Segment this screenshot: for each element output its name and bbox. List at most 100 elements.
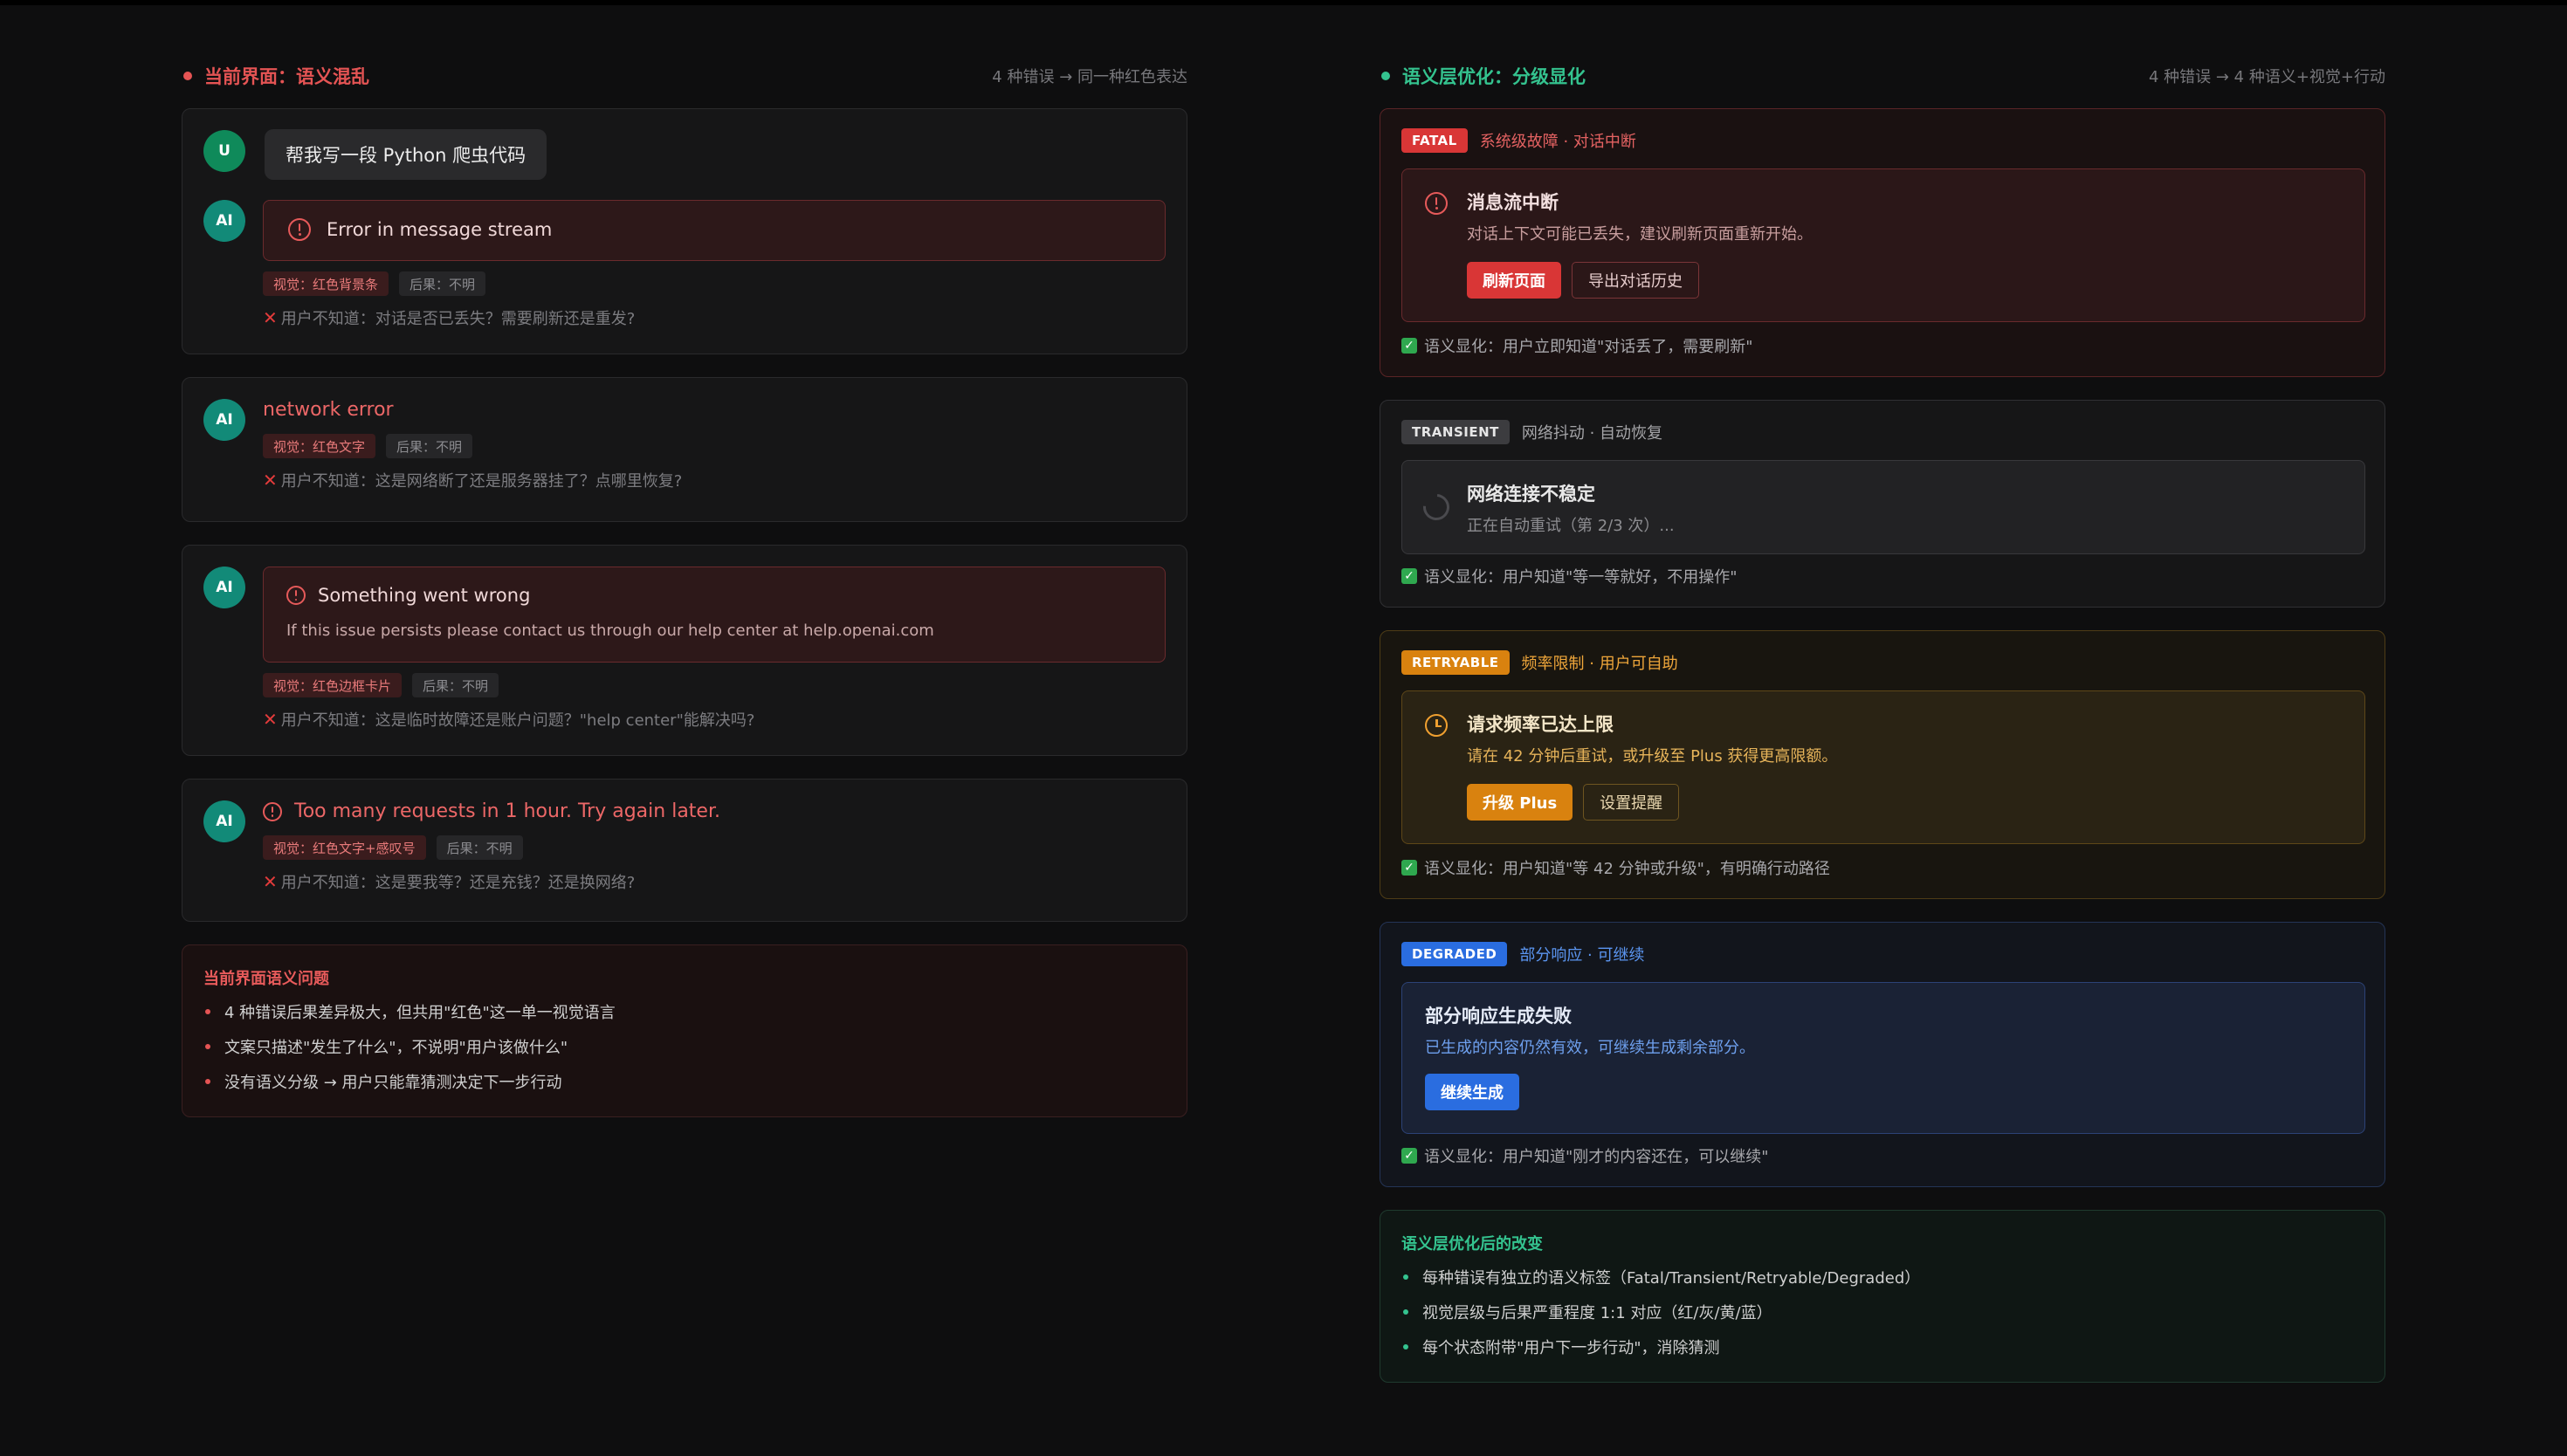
fatal-tag-desc: 系统级故障 · 对话中断	[1479, 133, 1636, 151]
optimization-summary: 语义层优化后的改变 每种错误有独立的语义标签（Fatal/Transient/R…	[1380, 1210, 2385, 1383]
chip-group: 视觉：红色文字 后果：不明	[263, 434, 473, 458]
left-column-subtitle: 4 种错误 → 同一种红色表达	[992, 68, 1187, 86]
error-title: Something went wrong	[318, 585, 531, 606]
transient-title: 网络连接不稳定	[1467, 484, 1595, 505]
visual-chip: 视觉：红色文字	[263, 434, 376, 458]
outcome-chip: 后果：不明	[399, 271, 486, 296]
retryable-title: 请求频率已达上限	[1467, 714, 1614, 735]
optimized-ui-column: 语义层优化：分级显化 4 种错误 → 4 种语义+视觉+行动 FATAL 系统级…	[1380, 61, 2385, 1383]
note-text: 语义显化：用户知道"等一等就好，不用操作"	[1424, 568, 1738, 587]
outcome-chip: 后果：不明	[386, 434, 473, 458]
ai-avatar: AI	[203, 200, 245, 242]
fatal-tag: FATAL	[1401, 128, 1468, 153]
degraded-title: 部分响应生成失败	[1425, 1006, 1572, 1027]
continue-generating-button[interactable]: 继续生成	[1425, 1074, 1519, 1110]
summary-item: 每个状态附带"用户下一步行动"，消除猜测	[1401, 1329, 1920, 1364]
error-detail: If this issue persists please contact us…	[286, 622, 934, 640]
error-case-card-1: U 帮我写一段 Python 爬虫代码 AI Error in message …	[182, 108, 1187, 354]
fatal-error-panel: 消息流中断 对话上下文可能已丢失，建议刷新页面重新开始。 刷新页面 导出对话历史	[1401, 168, 2365, 322]
error-case-card-3: AI Something went wrong If this issue pe…	[182, 545, 1187, 756]
visual-chip: 视觉：红色背景条	[263, 271, 389, 296]
visual-chip: 视觉：红色文字+感叹号	[263, 835, 426, 860]
error-circle-icon	[1425, 192, 1448, 215]
note-text: 语义显化：用户立即知道"对话丢了，需要刷新"	[1424, 338, 1753, 356]
degraded-desc: 已生成的内容仍然有效，可继续生成剩余部分。	[1425, 1039, 1755, 1057]
retryable-desc: 请在 42 分钟后重试，或升级至 Plus 获得更高限额。	[1467, 747, 1838, 766]
error-case-card-4: AI Too many requests in 1 hour. Try agai…	[182, 779, 1187, 922]
check-icon: ✓	[1401, 338, 1417, 354]
user-message-row: U 帮我写一段 Python 爬虫代码	[203, 129, 547, 180]
note-text: 用户不知道：这是要我等？还是充钱？还是换网络?	[280, 874, 636, 892]
chip-group: 视觉：红色背景条 后果：不明	[263, 271, 486, 296]
note-text: 语义显化：用户知道"刚才的内容还在，可以继续"	[1424, 1148, 1769, 1166]
fatal-state-card: FATAL 系统级故障 · 对话中断 消息流中断 对话上下文可能已丢失，建议刷新…	[1380, 108, 2385, 377]
error-message: Too many requests in 1 hour. Try again l…	[294, 800, 720, 822]
transient-desc: 正在自动重试（第 2/3 次）...	[1467, 517, 1675, 535]
fatal-semantic-note: ✓ 语义显化：用户立即知道"对话丢了，需要刷新"	[1401, 334, 1753, 357]
chip-group: 视觉：红色文字+感叹号 后果：不明	[263, 835, 523, 860]
bullet-icon	[1403, 1274, 1408, 1280]
check-icon: ✓	[1401, 1148, 1417, 1164]
degraded-semantic-note: ✓ 语义显化：用户知道"刚才的内容还在，可以继续"	[1401, 1144, 1769, 1167]
cross-icon: ✕	[263, 709, 278, 730]
retryable-state-card: RETRYABLE 频率限制 · 用户可自助 请求频率已达上限 请在 42 分钟…	[1380, 630, 2385, 899]
transient-state-card: TRANSIENT 网络抖动 · 自动恢复 网络连接不稳定 正在自动重试（第 2…	[1380, 400, 2385, 608]
green-dot-icon	[1381, 72, 1390, 80]
bullet-icon	[205, 1044, 210, 1049]
note-text: 用户不知道：这是网络断了还是服务器挂了？点哪里恢复?	[280, 472, 683, 491]
bullet-icon	[1403, 1309, 1408, 1315]
check-icon: ✓	[1401, 568, 1417, 584]
summary-item-text: 4 种错误后果差异极大，但共用"红色"这一单一视觉语言	[224, 1004, 616, 1022]
window-top-bar	[0, 0, 2567, 5]
fatal-desc: 对话上下文可能已丢失，建议刷新页面重新开始。	[1467, 225, 1813, 244]
cross-icon: ✕	[263, 307, 278, 328]
export-history-button[interactable]: 导出对话历史	[1572, 262, 1699, 299]
degraded-panel: 部分响应生成失败 已生成的内容仍然有效，可继续生成剩余部分。 继续生成	[1401, 982, 2365, 1134]
chip-group: 视觉：红色边框卡片 后果：不明	[263, 673, 499, 697]
retryable-semantic-note: ✓ 语义显化：用户知道"等 42 分钟或升级"，有明确行动路径	[1401, 856, 1830, 879]
summary-item-text: 没有语义分级 → 用户只能靠猜测决定下一步行动	[224, 1074, 562, 1092]
summary-title: 当前界面语义问题	[203, 970, 329, 988]
retryable-panel: 请求频率已达上限 请在 42 分钟后重试，或升级至 Plus 获得更高限额。 升…	[1401, 690, 2365, 844]
summary-item: 没有语义分级 → 用户只能靠猜测决定下一步行动	[203, 1064, 616, 1099]
refresh-page-button[interactable]: 刷新页面	[1467, 262, 1561, 299]
note-text: 用户不知道：对话是否已丢失？需要刷新还是重发?	[280, 310, 636, 328]
user-confusion-note: ✕ 用户不知道：这是网络断了还是服务器挂了？点哪里恢复?	[263, 469, 682, 491]
left-column-header: 当前界面：语义混乱 4 种错误 → 同一种红色表达	[182, 61, 1187, 91]
transient-tag-desc: 网络抖动 · 自动恢复	[1521, 424, 1663, 443]
current-issues-summary: 当前界面语义问题 4 种错误后果差异极大，但共用"红色"这一单一视觉语言 文案只…	[182, 944, 1187, 1117]
error-circle-icon	[288, 218, 311, 241]
bullet-icon	[205, 1079, 210, 1084]
degraded-tag: DEGRADED	[1401, 942, 1508, 966]
outcome-chip: 后果：不明	[436, 835, 523, 860]
error-case-card-2: AI network error 视觉：红色文字 后果：不明 ✕ 用户不知道：这…	[182, 377, 1187, 522]
red-dot-icon	[183, 72, 192, 80]
summary-item: 4 种错误后果差异极大，但共用"红色"这一单一视觉语言	[203, 994, 616, 1029]
transient-panel: 网络连接不稳定 正在自动重试（第 2/3 次）...	[1401, 460, 2365, 554]
note-text: 用户不知道：这是临时故障还是账户问题？"help center"能解决吗?	[280, 711, 755, 730]
error-card: Something went wrong If this issue persi…	[263, 567, 1166, 663]
degraded-state-card: DEGRADED 部分响应 · 可继续 部分响应生成失败 已生成的内容仍然有效，…	[1380, 922, 2385, 1187]
error-circle-icon	[286, 586, 306, 605]
summary-item-text: 每种错误有独立的语义标签（Fatal/Transient/Retryable/D…	[1422, 1269, 1921, 1288]
summary-item-text: 每个状态附带"用户下一步行动"，消除猜测	[1422, 1339, 1720, 1357]
ai-avatar: AI	[203, 567, 245, 608]
ai-avatar: AI	[203, 800, 245, 842]
user-message-bubble: 帮我写一段 Python 爬虫代码	[265, 129, 547, 180]
cross-icon: ✕	[263, 470, 278, 491]
upgrade-plus-button[interactable]: 升级 Plus	[1467, 784, 1573, 821]
visual-chip: 视觉：红色边框卡片	[263, 673, 403, 697]
retryable-tag-desc: 频率限制 · 用户可自助	[1521, 655, 1678, 673]
summary-item: 文案只描述"发生了什么"，不说明"用户该做什么"	[203, 1029, 616, 1064]
fatal-title: 消息流中断	[1467, 192, 1559, 213]
right-column-header: 语义层优化：分级显化 4 种错误 → 4 种语义+视觉+行动	[1380, 61, 2385, 91]
user-confusion-note: ✕ 用户不知道：这是要我等？还是充钱？还是换网络?	[263, 870, 635, 893]
clock-icon	[1425, 714, 1448, 737]
bullet-icon	[205, 1009, 210, 1014]
summary-item: 每种错误有独立的语义标签（Fatal/Transient/Retryable/D…	[1401, 1260, 1920, 1295]
right-column-title: 语义层优化：分级显化	[1402, 66, 1586, 87]
current-ui-column: 当前界面：语义混乱 4 种错误 → 同一种红色表达 U 帮我写一段 Python…	[182, 61, 1187, 1117]
ai-avatar: AI	[203, 399, 245, 441]
set-reminder-button[interactable]: 设置提醒	[1583, 784, 1680, 821]
cross-icon: ✕	[263, 871, 278, 892]
